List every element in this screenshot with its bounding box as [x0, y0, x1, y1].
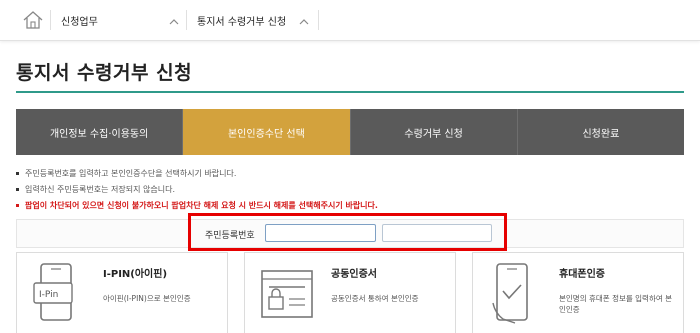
certificate-auth-card[interactable]: 공동인증서 공동인증서 통하여 본인인증 [244, 252, 456, 333]
certificate-card-desc: 공동인증서 통하여 본인인증 [331, 294, 419, 303]
chevron-up-icon[interactable] [297, 13, 311, 25]
step-complete: 신청완료 [517, 109, 684, 155]
id-number-label: 주민등록번호 [205, 231, 255, 241]
breadcrumb-divider [50, 10, 51, 30]
step-refusal-request: 수령거부 신청 [350, 109, 518, 155]
breadcrumb-divider [318, 10, 319, 30]
breadcrumb: 신청업무 통지서 수령거부 신청 [0, 0, 700, 41]
id-number-back-input[interactable] [382, 224, 492, 242]
mobile-check-icon [487, 261, 539, 327]
certificate-card-title: 공동인증서 [331, 269, 377, 280]
notice-item: 주민등록번호를 입력하고 본인인증수단을 선택하시기 바랍니다. [16, 168, 684, 184]
id-number-front-input[interactable] [265, 224, 376, 242]
chevron-up-icon[interactable] [167, 13, 181, 25]
notice-list: 주민등록번호를 입력하고 본인인증수단을 선택하시기 바랍니다. 입력하신 주민… [16, 168, 684, 216]
notice-item: 입력하신 주민등록번호는 저장되지 않습니다. [16, 184, 684, 200]
ipin-auth-card[interactable]: I-Pin I-PIN(아이핀) 아이핀(I-PIN)으로 본인인증 [16, 252, 228, 333]
breadcrumb-item-category[interactable]: 신청업무 [61, 13, 98, 28]
breadcrumb-divider [186, 10, 187, 30]
mobile-card-desc: 본인명의 휴대폰 정보를 입력하여 본인인증 [559, 294, 673, 314]
mobile-card-title: 휴대폰인증 [559, 269, 605, 280]
step-consent: 개인정보 수집·이용동의 [16, 109, 184, 155]
title-underline [16, 91, 684, 93]
step-indicator: 개인정보 수집·이용동의 본인인증수단 선택 수령거부 신청 신청완료 [16, 109, 684, 155]
breadcrumb-item-current[interactable]: 통지서 수령거부 신청 [197, 13, 286, 28]
step-auth-method: 본인인증수단 선택 [183, 109, 351, 155]
ipin-phone-icon: I-Pin [31, 261, 83, 327]
ipin-card-title: I-PIN(아이핀) [103, 269, 168, 280]
home-icon[interactable] [20, 9, 46, 31]
certificate-icon [259, 261, 315, 327]
ipin-icon-text: I-Pin [39, 290, 58, 300]
page-title: 통지서 수령거부 신청 [16, 62, 193, 84]
mobile-auth-card[interactable]: 휴대폰인증 본인명의 휴대폰 정보를 입력하여 본인인증 [472, 252, 684, 333]
ipin-card-desc: 아이핀(I-PIN)으로 본인인증 [103, 294, 191, 303]
